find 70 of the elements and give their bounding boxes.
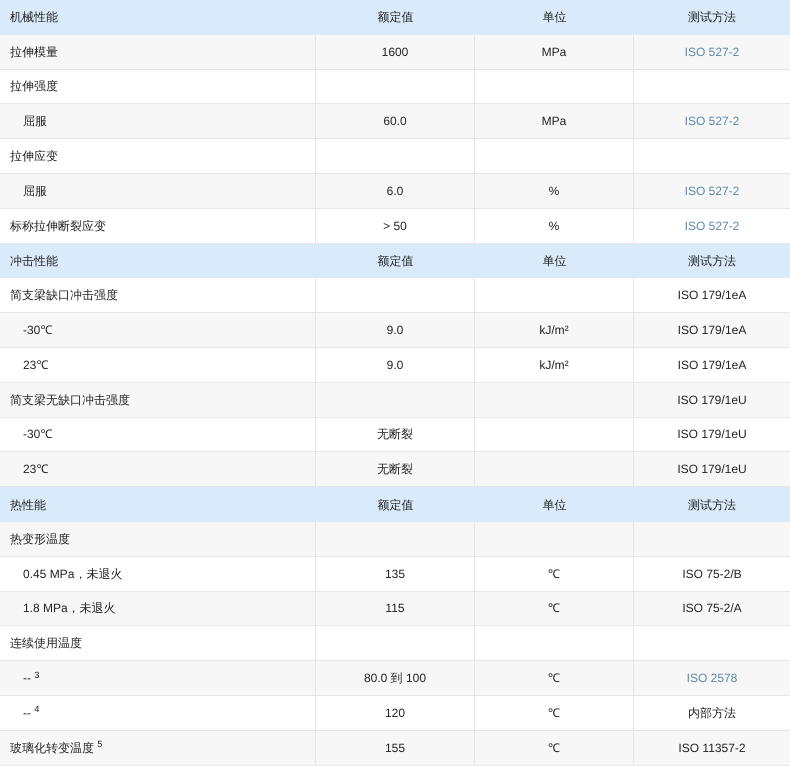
column-header: 单位 [542, 9, 566, 26]
column-header: 测试方法 [688, 496, 736, 514]
section-heading: 冲击性能 [10, 252, 58, 270]
property-name: 拉伸模量 [10, 44, 58, 61]
property-name: 热变形温度 [10, 530, 70, 548]
property-name: 0.45 MPa，未退火 [23, 566, 122, 583]
test-method-link[interactable]: ISO 527-2 [684, 42, 740, 61]
column-header: 额定值 [378, 252, 414, 270]
property-name: -30℃ [23, 322, 52, 340]
property-name: 玻璃化转变温度 $^{5}$ [10, 738, 102, 757]
unit: MPa [542, 113, 566, 130]
test-method: ISO 179/1eA [678, 287, 746, 304]
property-name: 标称拉伸断裂应变 [10, 218, 106, 235]
test-method: ISO 75-2/B [682, 566, 742, 583]
test-method: ISO 75-2/A [682, 600, 742, 618]
unit: ℃ [548, 740, 560, 757]
property-name: 简支梁缺口冲击强度 [10, 287, 118, 304]
rated-value: > 50 [383, 218, 407, 235]
property-name: 1.8 MPa，未退火 [23, 600, 116, 618]
property-name: 拉伸应变 [10, 148, 58, 166]
unit: % [548, 218, 560, 235]
unit: kJ/m² [539, 322, 569, 340]
property-name: -30℃ [23, 426, 52, 444]
column-header: 额定值 [378, 496, 414, 514]
rated-value: 155 [384, 740, 406, 757]
rated-value: 120 [384, 704, 406, 722]
test-method: ISO 179/1eU [677, 426, 747, 444]
rated-value: 无断裂 [377, 426, 413, 444]
rated-value: 无断裂 [377, 461, 413, 478]
test-method-link[interactable]: ISO 527-2 [684, 182, 740, 200]
rated-value: 9.0 [386, 322, 404, 340]
unit: ℃ [548, 704, 560, 722]
column-header: 单位 [542, 496, 566, 514]
unit: % [548, 182, 560, 200]
test-method-link[interactable]: ISO 527-2 [684, 112, 740, 130]
section-heading: 机械性能 [10, 9, 58, 26]
test-method: ISO 179/1eA [678, 322, 746, 340]
property-name: 连续使用温度 [10, 635, 82, 652]
unit: ℃ [548, 600, 560, 618]
property-name: -- $^{3}$ [23, 669, 40, 688]
property-name: 简支梁无缺口冲击强度 [10, 392, 130, 409]
rated-value: 6.0 [386, 182, 404, 200]
test-method: ISO 179/1eA [678, 356, 746, 374]
column-header: 测试方法 [688, 9, 736, 26]
property-name: -- $^{4}$ [23, 704, 40, 722]
unit: MPa [542, 44, 566, 61]
test-method: ISO 179/1eU [677, 392, 747, 409]
test-method-link[interactable]: ISO 2578 [686, 669, 738, 688]
rated-value: 135 [384, 566, 406, 583]
unit: kJ/m² [539, 356, 569, 374]
property-name: 23℃ [23, 356, 48, 374]
unit: ℃ [548, 566, 560, 583]
rated-value: 115 [385, 600, 405, 618]
test-method: 内部方法 [688, 704, 736, 722]
property-name: 屈服 [23, 182, 47, 200]
rated-value: 60.0 [383, 113, 407, 130]
column-header: 单位 [542, 252, 566, 270]
rated-value: 80.0 到 100 [364, 670, 426, 688]
rated-value: 9.0 [386, 356, 404, 374]
section-heading: 热性能 [10, 496, 46, 514]
test-method: ISO 179/1eU [677, 461, 747, 478]
property-name: 23℃ [23, 461, 48, 478]
column-header: 额定值 [378, 9, 414, 26]
property-name: 屈服 [23, 113, 47, 130]
test-method: ISO 11357-2 [678, 740, 746, 757]
test-method-link[interactable]: ISO 527-2 [684, 216, 740, 235]
property-name: 拉伸强度 [10, 78, 58, 96]
unit: ℃ [548, 670, 560, 688]
column-header: 测试方法 [688, 252, 736, 270]
rated-value: 1600 [382, 44, 408, 61]
